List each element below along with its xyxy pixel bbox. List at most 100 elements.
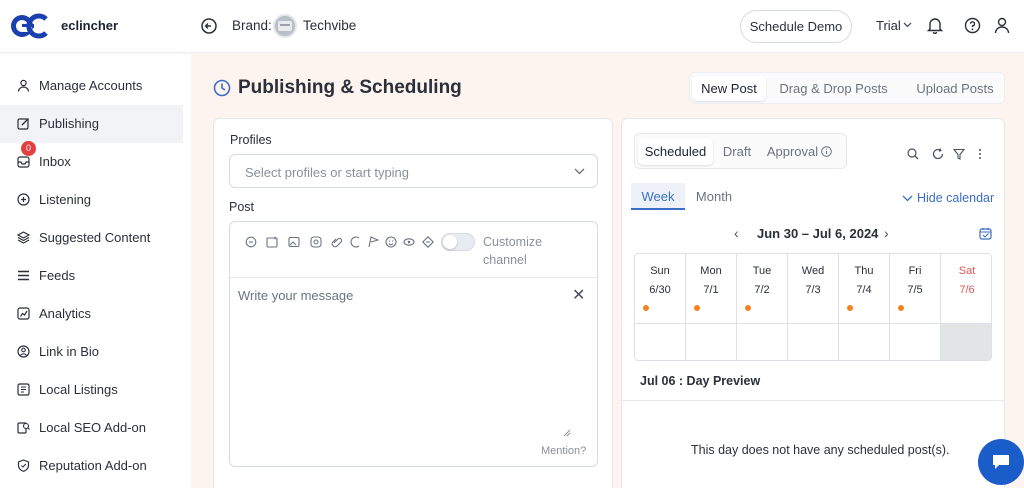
- calendar-slot[interactable]: [839, 323, 889, 360]
- tab-new-post[interactable]: New Post: [692, 76, 766, 101]
- calendar-day-tue[interactable]: Tue 7/2: [737, 254, 788, 360]
- sidebar-item-reputation-add-on[interactable]: Reputation Add-on: [0, 447, 183, 485]
- calendar-slot[interactable]: [941, 323, 991, 360]
- calendar-day-sat[interactable]: Sat 7/6: [941, 254, 991, 360]
- resize-handle-icon[interactable]: [563, 429, 571, 437]
- tab-month[interactable]: Month: [690, 183, 738, 210]
- calendar-slot[interactable]: [635, 323, 685, 360]
- sidebar-item-label: Local SEO Add-on: [39, 420, 146, 435]
- search-icon[interactable]: [907, 148, 919, 160]
- brand-avatar[interactable]: [273, 14, 297, 38]
- customize-channel-label: Customize channel: [483, 235, 543, 267]
- divider: [230, 277, 597, 278]
- refresh-icon[interactable]: [932, 148, 944, 160]
- gallery-icon[interactable]: [288, 236, 300, 248]
- chat-widget-button[interactable]: [978, 439, 1024, 485]
- profiles-select[interactable]: Select profiles or start typing: [229, 154, 598, 188]
- close-icon[interactable]: ✕: [572, 285, 585, 305]
- top-bar: eclincher Brand: Techvibe Schedule Demo …: [0, 0, 1024, 53]
- profiles-label: Profiles: [230, 133, 272, 147]
- sidebar-item-manage-accounts[interactable]: Manage Accounts: [0, 67, 183, 105]
- tab-draft[interactable]: Draft: [717, 138, 757, 165]
- sidebar-item-inbox[interactable]: 0 Inbox: [0, 141, 183, 181]
- edit-icon: [17, 118, 29, 130]
- calendar-slot[interactable]: [788, 323, 838, 360]
- list-icon: [18, 270, 29, 281]
- calendar-day-mon[interactable]: Mon 7/1: [686, 254, 737, 360]
- tag-icon[interactable]: [422, 236, 434, 248]
- help-icon[interactable]: [964, 17, 981, 34]
- more-vertical-icon[interactable]: [978, 148, 982, 160]
- gif-icon[interactable]: [310, 236, 322, 248]
- day-preview-empty-message: This day does not have any scheduled pos…: [691, 443, 950, 457]
- user-icon[interactable]: [994, 17, 1010, 34]
- info-icon[interactable]: [821, 146, 832, 157]
- calendar-slot[interactable]: [686, 323, 736, 360]
- ear-icon: [17, 193, 30, 206]
- calendar-day-thu[interactable]: Thu 7/4: [839, 254, 890, 360]
- calendar-day-wed[interactable]: Wed 7/3: [788, 254, 839, 360]
- scheduled-dot: [643, 305, 649, 311]
- shield-icon: [17, 459, 30, 472]
- tab-week[interactable]: Week: [631, 183, 685, 210]
- eclincher-logo[interactable]: [10, 13, 48, 39]
- sidebar-item-publishing[interactable]: Publishing: [0, 105, 183, 143]
- emoji-icon[interactable]: [385, 236, 397, 248]
- message-input[interactable]: Write your message: [238, 288, 353, 303]
- page-title: Publishing & Scheduling: [238, 77, 462, 98]
- sidebar-item-local-seo-add-on[interactable]: Local SEO Add-on: [0, 409, 183, 447]
- sidebar-item-link-in-bio[interactable]: Link in Bio: [0, 333, 183, 371]
- sidebar-item-label: Inbox: [39, 154, 71, 169]
- calendar-slot[interactable]: [737, 323, 787, 360]
- tab-upload-posts[interactable]: Upload Posts: [908, 76, 1002, 101]
- mention-link[interactable]: Mention?: [541, 445, 586, 457]
- trial-menu[interactable]: Trial: [876, 18, 901, 33]
- tab-drag-drop-posts[interactable]: Drag & Drop Posts: [776, 76, 891, 101]
- week-calendar: Sun 6/30 Mon 7/1 Tue 7/2 Wed 7/3 Thu 7/4…: [634, 253, 992, 361]
- day-name: Sun: [650, 265, 670, 277]
- calendar-day-sun[interactable]: Sun 6/30: [635, 254, 686, 360]
- flag-icon[interactable]: [367, 236, 379, 248]
- sidebar-item-listening[interactable]: Listening: [0, 181, 183, 219]
- brand-selector[interactable]: Techvibe: [303, 18, 356, 33]
- image-icon[interactable]: [266, 236, 278, 248]
- back-icon[interactable]: [200, 17, 218, 35]
- link-icon[interactable]: [350, 236, 362, 248]
- sidebar-item-suggested-content[interactable]: Suggested Content: [0, 219, 183, 257]
- day-name: Fri: [908, 265, 922, 277]
- sidebar-item-label: Suggested Content: [39, 230, 151, 245]
- clock-icon: [213, 79, 231, 97]
- map-icon: [17, 383, 30, 396]
- sidebar-item-label: Listening: [39, 192, 92, 207]
- attachment-icon[interactable]: [331, 236, 343, 248]
- tab-scheduled[interactable]: Scheduled: [638, 138, 713, 165]
- calendar-day-fri[interactable]: Fri 7/5: [890, 254, 941, 360]
- chevron-down-icon[interactable]: [903, 22, 912, 28]
- day-preview-title: Jul 06 : Day Preview: [640, 374, 761, 388]
- tab-approval[interactable]: Approval: [765, 138, 820, 165]
- day-date: 7/5: [907, 284, 923, 296]
- calendar-slot[interactable]: [890, 323, 940, 360]
- sidebar-item-label: Analytics: [39, 306, 92, 321]
- sidebar-item-analytics[interactable]: Analytics: [0, 295, 183, 333]
- chevron-left-icon[interactable]: ‹: [734, 225, 739, 241]
- preview-icon[interactable]: [403, 236, 415, 248]
- day-name: Thu: [854, 265, 874, 277]
- chevron-right-icon[interactable]: ›: [884, 225, 889, 241]
- sidebar-item-label: Reputation Add-on: [39, 458, 147, 473]
- schedule-demo-button[interactable]: Schedule Demo: [740, 10, 852, 43]
- sidebar-item-local-listings[interactable]: Local Listings: [0, 371, 183, 409]
- brand-label: Brand:: [232, 18, 272, 33]
- hide-calendar-link[interactable]: Hide calendar: [917, 191, 994, 205]
- link-icon: [17, 345, 30, 358]
- collapse-icon[interactable]: [902, 195, 913, 202]
- customize-channel-toggle[interactable]: [441, 233, 475, 251]
- calendar-icon[interactable]: [979, 227, 992, 240]
- filter-icon[interactable]: [953, 148, 965, 160]
- day-date: 7/6: [959, 284, 975, 296]
- sidebar-item-feeds[interactable]: Feeds: [0, 257, 183, 295]
- media-icon[interactable]: [245, 236, 257, 248]
- seo-icon: [17, 422, 30, 434]
- app-name: eclincher: [61, 18, 119, 33]
- bell-icon[interactable]: [927, 17, 943, 34]
